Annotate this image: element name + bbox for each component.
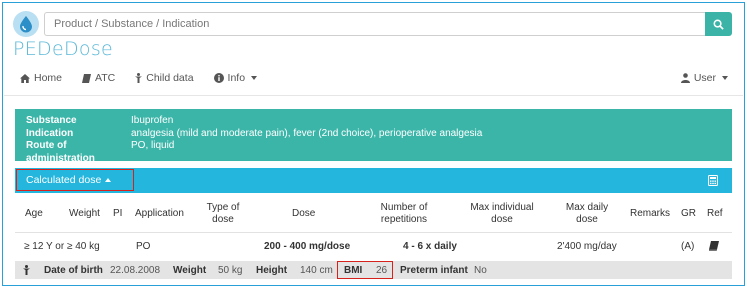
col-type-of-dose-line1: Type of: [206, 202, 240, 213]
search-button[interactable]: [705, 12, 732, 36]
col-repetitions-line2: repetitions: [380, 214, 428, 225]
indication-value: analgesia (mild and moderate pain), feve…: [131, 127, 483, 139]
indication-label: Indication: [26, 127, 74, 139]
col-application: Application: [135, 208, 184, 219]
col-type-of-dose-line2: dose: [212, 214, 234, 225]
user-icon: [680, 73, 690, 83]
col-age: Age: [25, 208, 43, 219]
col-pi: PI: [113, 208, 123, 219]
col-dose: Dose: [292, 208, 316, 219]
reference-book-icon[interactable]: [709, 241, 719, 251]
nav-user-label: User: [693, 72, 716, 84]
row-gr: (A): [681, 241, 695, 252]
substance-value: Ibuprofen: [131, 115, 174, 126]
calculator-icon[interactable]: [708, 175, 718, 186]
col-gr: GR: [681, 208, 696, 219]
col-max-individual-line2: dose: [491, 214, 513, 225]
row-max-daily: 2'400 mg/day: [557, 241, 617, 252]
main-nav: Home ATC Child data Info: [20, 72, 258, 84]
preterm-value: No: [474, 265, 487, 276]
chevron-up-icon: [105, 178, 112, 182]
calculated-dose-toggle[interactable]: Calculated dose: [16, 169, 134, 191]
row-application: PO: [136, 241, 151, 252]
bmi-highlight: [337, 261, 393, 279]
dob-label: Date of birth: [44, 265, 103, 276]
home-icon: [20, 73, 30, 83]
col-max-daily-dose: Max daily dose: [557, 202, 617, 226]
weight-label: Weight: [173, 265, 207, 276]
col-repetitions: Number of repetitions: [375, 202, 433, 226]
row-repetitions: 4 - 6 x daily: [403, 241, 457, 252]
col-remarks: Remarks: [630, 208, 671, 219]
route-label: Route of administration: [26, 140, 95, 164]
substance-label: Substance: [26, 115, 77, 126]
preterm-label: Preterm infant: [400, 265, 468, 276]
col-max-daily-line2: dose: [576, 214, 598, 225]
nav-info[interactable]: Info: [213, 72, 258, 84]
table-header-divider: [15, 232, 732, 233]
col-ref: Ref: [707, 208, 723, 219]
chevron-down-icon: [251, 76, 258, 80]
info-icon: [213, 73, 224, 83]
height-label: Height: [256, 265, 288, 276]
child-icon: [135, 73, 143, 83]
chevron-down-icon: [722, 76, 728, 80]
nav-atc[interactable]: ATC: [82, 72, 115, 84]
col-repetitions-line1: Number of: [380, 202, 428, 213]
col-max-daily-line1: Max daily: [565, 202, 609, 213]
col-max-individual-line1: Max individual: [470, 202, 534, 213]
col-max-individual-dose: Max individual dose: [465, 202, 539, 226]
nav-info-label: Info: [227, 72, 246, 84]
row-age-weight: ≥ 12 Y or ≥ 40 kg: [24, 241, 100, 252]
brand-logo[interactable]: PEDeDose: [13, 38, 113, 60]
nav-home[interactable]: Home: [20, 72, 62, 84]
search-input[interactable]: [44, 12, 705, 36]
weight-value: 50 kg: [218, 265, 243, 276]
search-icon: [713, 19, 724, 30]
nav-home-label: Home: [34, 72, 63, 84]
substance-panel: Substance Ibuprofen Indication analgesia (…: [15, 109, 732, 164]
row-dose: 200 - 400 mg/dose: [264, 241, 351, 252]
route-value: PO, liquid: [131, 140, 175, 151]
nav-atc-label: ATC: [95, 72, 116, 84]
calculated-dose-label: Calculated dose: [26, 174, 102, 186]
book-icon: [82, 73, 92, 83]
height-value: 140 cm: [300, 265, 333, 276]
nav-child-data[interactable]: Child data: [135, 72, 194, 84]
drop-logo-icon: [13, 11, 39, 37]
nav-user[interactable]: User: [680, 72, 728, 84]
child-icon: [23, 265, 30, 275]
nav-divider: [4, 95, 743, 96]
dob-value: 22.08.2008: [110, 265, 161, 276]
col-type-of-dose: Type of dose: [198, 202, 248, 226]
nav-child-data-label: Child data: [146, 72, 194, 84]
col-weight: Weight: [69, 208, 100, 219]
